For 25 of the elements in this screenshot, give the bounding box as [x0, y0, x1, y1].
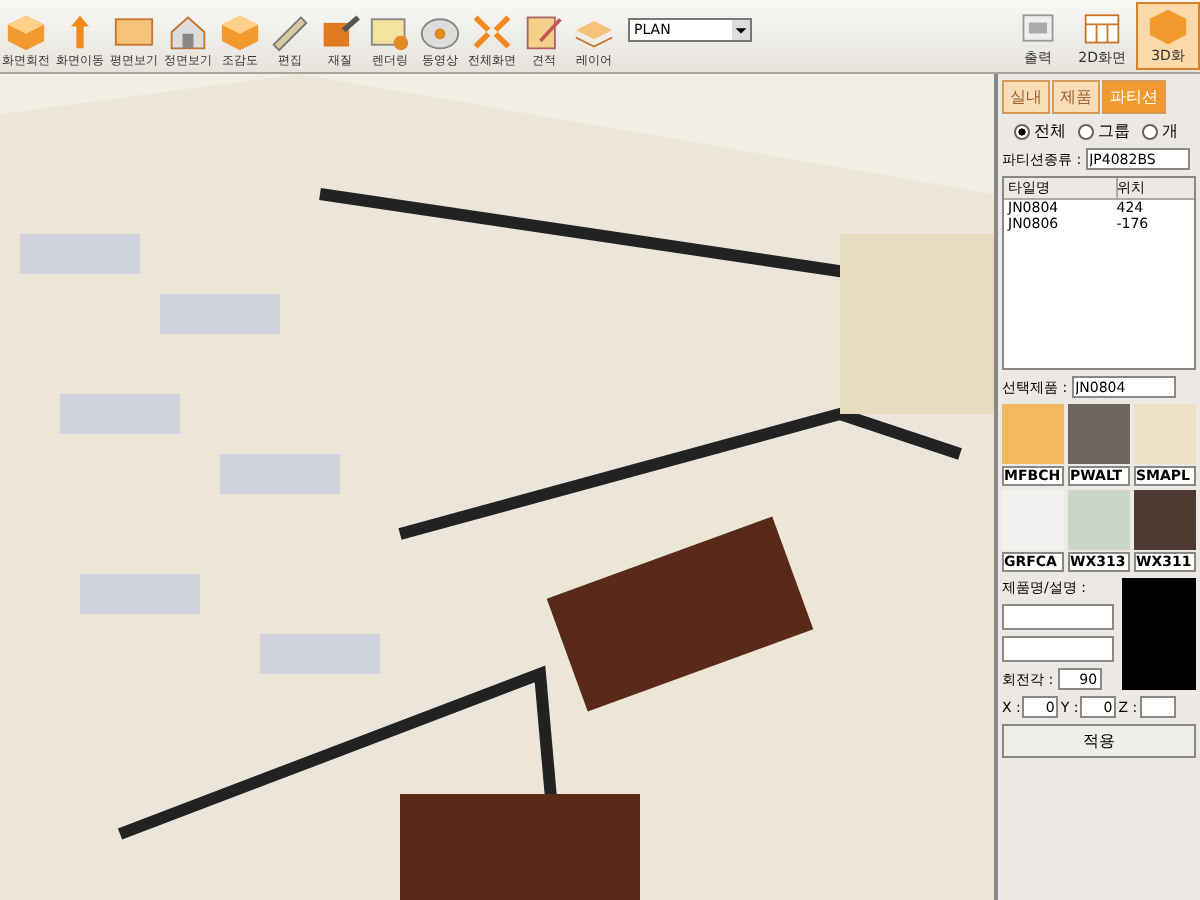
- box-icon: [218, 12, 262, 52]
- coordinate-field[interactable]: [1139, 696, 1176, 718]
- brush-icon: [318, 12, 362, 52]
- expand-icon: [470, 12, 514, 52]
- name-field[interactable]: [1002, 604, 1114, 630]
- house-icon: [166, 12, 210, 52]
- plan-icon: [112, 12, 156, 52]
- radio-option[interactable]: 전체: [1014, 120, 1066, 142]
- description-field[interactable]: [1002, 636, 1114, 662]
- radio-option[interactable]: 그룹: [1078, 120, 1130, 142]
- preview-area: [1122, 578, 1196, 690]
- apply-button[interactable]: 적용: [1002, 724, 1196, 758]
- radio-option[interactable]: 개: [1142, 120, 1178, 142]
- ruler-icon: [268, 12, 312, 52]
- radio-button[interactable]: [1078, 123, 1094, 139]
- reel-icon: [418, 12, 462, 52]
- box-icon: [4, 12, 48, 52]
- picture-icon: [368, 12, 412, 52]
- panel-tab[interactable]: 실내: [1002, 80, 1050, 114]
- calendar-icon: [1080, 8, 1125, 48]
- box-icon: [1146, 6, 1190, 46]
- radio-button[interactable]: [1014, 123, 1030, 139]
- panel-tab[interactable]: 제품: [1052, 80, 1100, 114]
- note-icon: [522, 12, 566, 52]
- radio-button[interactable]: [1142, 123, 1158, 139]
